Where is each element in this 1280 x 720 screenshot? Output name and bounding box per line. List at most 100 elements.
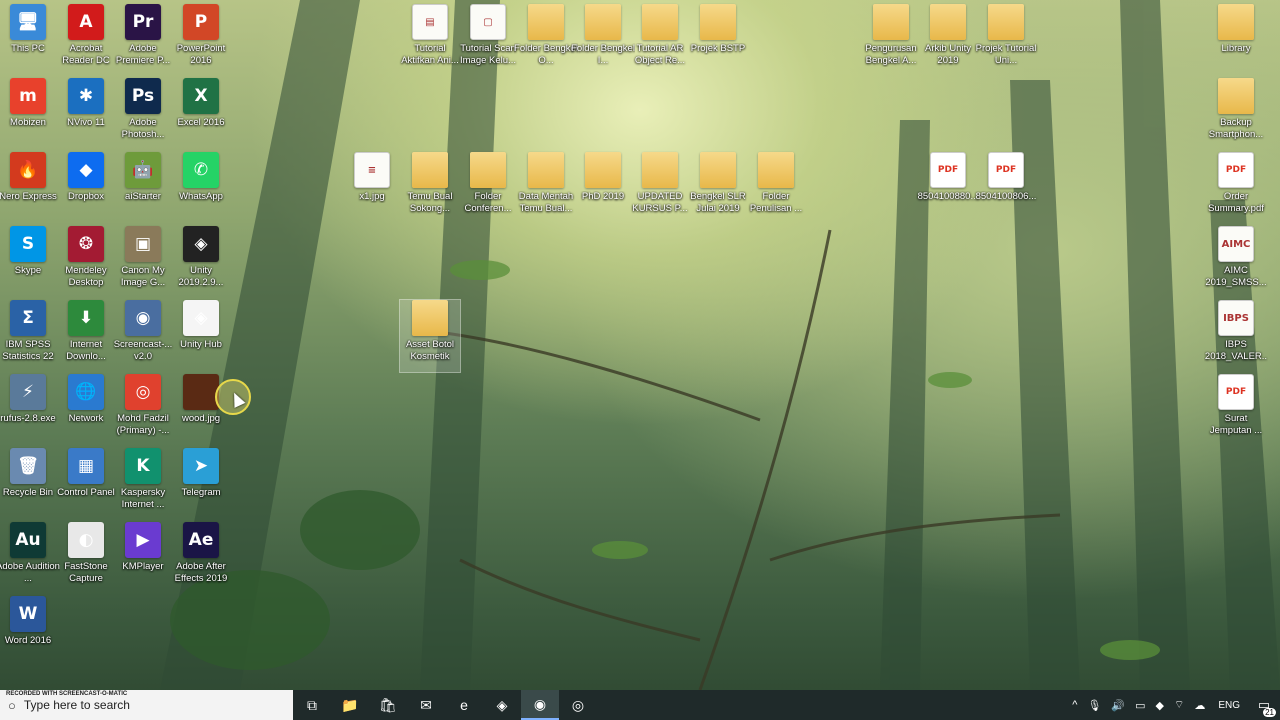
- desktop-icon-dropbox[interactable]: ◆ Dropbox: [56, 152, 116, 224]
- desktop-icon-nero-express[interactable]: 🔥 Nero Express: [0, 152, 58, 224]
- desktop-icon-pengurusan-bengkel-a[interactable]: Pengurusan Bengkel A...: [861, 4, 921, 76]
- folder-icon: [528, 152, 564, 188]
- desktop-icon-adobe-photosh[interactable]: Ps Adobe Photosh...: [113, 78, 173, 150]
- desktop-icon-tutorial-aktifkan-ani[interactable]: ▤ Tutorial Aktifkan Ani...: [400, 4, 460, 76]
- onedrive-icon[interactable]: ☁: [1189, 699, 1210, 712]
- desktop-icon-internet-downlo[interactable]: ⬇ Internet Downlo...: [56, 300, 116, 372]
- desktop-icon-excel-2016[interactable]: X Excel 2016: [171, 78, 231, 150]
- folder-icon: [930, 4, 966, 40]
- desktop-icon-bengkel-slr-julai-2019[interactable]: Bengkel SLR Julai 2019: [688, 152, 748, 224]
- desktop-icon-tutorial-ar-object-re[interactable]: Tutorial AR Object Re...: [630, 4, 690, 76]
- desktop-icon-ibps-2018-valer[interactable]: IBPS IBPS 2018_VALER...: [1205, 300, 1267, 372]
- desktop-icon-word-2016[interactable]: W Word 2016: [0, 596, 58, 668]
- desktop-icon-folder-penulisan[interactable]: Folder Penulisan ...: [746, 152, 806, 224]
- dropbox-tray-icon[interactable]: ◆: [1151, 699, 1169, 712]
- desktop-icon-label: rufus-2.8.exe: [0, 413, 56, 424]
- desktop-icon-asset-botol-kosmetik[interactable]: Asset Botol Kosmetik: [399, 299, 461, 373]
- desktop-icon-folder-bengkel-o[interactable]: Folder Bengkel O...: [514, 4, 578, 76]
- desktop-icon-network[interactable]: 🌐 Network: [56, 374, 116, 446]
- desktop-icon-telegram[interactable]: ➤ Telegram: [171, 448, 231, 520]
- desktop-icon-adobe-audition[interactable]: Au Adobe Audition ...: [0, 522, 60, 594]
- desktop-icon-folder-bengkel-i[interactable]: Folder Bengkel I...: [571, 4, 635, 76]
- desktop-icon-mendeley-desktop[interactable]: ❂ Mendeley Desktop: [56, 226, 116, 298]
- notification-center-button[interactable]: ▭ 21: [1248, 690, 1280, 720]
- desktop-icon-library[interactable]: Library: [1206, 4, 1266, 76]
- desktop-icon-ibm-spss-statistics-22[interactable]: Σ IBM SPSS Statistics 22: [0, 300, 58, 372]
- desktop-icon-label: Screencast-... v2.0: [113, 339, 173, 362]
- desktop-icon-surat-jemputan[interactable]: PDF Surat Jemputan ...: [1206, 374, 1266, 446]
- doc-icon: ▢: [470, 4, 506, 40]
- telegram-icon: ➤: [183, 448, 219, 484]
- network-icon: 🌐: [68, 374, 104, 410]
- search-placeholder: Type here to search: [23, 698, 130, 712]
- desktop-icon-skype[interactable]: S Skype: [0, 226, 58, 298]
- desktop-icon-adobe-after-effects-2019[interactable]: Ae Adobe After Effects 2019: [171, 522, 231, 594]
- desktop-icon-x1-jpg[interactable]: ≡ x1.jpg: [342, 152, 402, 224]
- desktop-icon-acrobat-reader-dc[interactable]: A Acrobat Reader DC: [56, 4, 116, 76]
- desktop-icon-label: KMPlayer: [122, 561, 164, 572]
- volume-icon[interactable]: 🔊: [1106, 699, 1130, 712]
- microphone-icon[interactable]: 🎙: [1082, 699, 1106, 712]
- skype-icon: S: [10, 226, 46, 262]
- desktop-icon-kmplayer[interactable]: ▶ KMPlayer: [113, 522, 173, 594]
- nero-icon: 🔥: [10, 152, 46, 188]
- wifi-icon[interactable]: ⌔: [1169, 698, 1189, 712]
- desktop-icon-unity-2019-2-9[interactable]: ◈ Unity 2019.2.9...: [171, 226, 231, 298]
- desktop-icon-order-summary-pdf[interactable]: PDF Order Summary.pdf: [1206, 152, 1266, 224]
- taskbar-search-box[interactable]: RECORDED WITH SCREENCAST-O-MATIC ○ Type …: [0, 690, 293, 720]
- desktop-icon-8504100806[interactable]: PDF 8504100806...: [976, 152, 1036, 224]
- desktop-icon-label: Adobe Photosh...: [121, 117, 165, 140]
- edge-icon[interactable]: e: [445, 690, 483, 720]
- desktop-icon-projek-bstp[interactable]: Projek BSTP: [688, 4, 748, 76]
- desktop-icon-mobizen[interactable]: m Mobizen: [0, 78, 58, 150]
- pdf-icon: PDF: [1218, 152, 1254, 188]
- desktop-icon-rufus-2-8-exe[interactable]: ⚡ rufus-2.8.exe: [0, 374, 58, 446]
- tray-icons: ^ 🎙 🔊 ▭ ◆ ⌔ ☁: [1067, 698, 1210, 712]
- display-icon[interactable]: ▭: [1130, 699, 1150, 712]
- store-icon[interactable]: 🛍: [369, 690, 407, 720]
- desktop-icon-aimc-2019-smss[interactable]: AIMC AIMC 2019_SMSS...: [1205, 226, 1267, 298]
- mail-icon[interactable]: ✉: [407, 690, 445, 720]
- doc-icon: AIMC: [1218, 226, 1254, 262]
- desktop-icon-unity-hub[interactable]: ◈ Unity Hub: [171, 300, 231, 372]
- desktop-icon-aistarter[interactable]: 🤖 aiStarter: [113, 152, 173, 224]
- desktop-icon-updated-kursus-p[interactable]: UPDATED KURSUS P...: [630, 152, 690, 224]
- desktop-icon-faststone-capture[interactable]: ◐ FastStone Capture: [56, 522, 116, 594]
- canon-icon: ▣: [125, 226, 161, 262]
- desktop-icon-nvivo-11[interactable]: ✱ NVivo 11: [56, 78, 116, 150]
- chevron-up-icon[interactable]: ^: [1067, 699, 1082, 711]
- desktop-icon-screencast-v2-0[interactable]: ◉ Screencast-... v2.0: [113, 300, 173, 372]
- file-explorer-icon[interactable]: 📁: [331, 690, 369, 720]
- desktop-icon-phd-2019[interactable]: PhD 2019: [573, 152, 633, 224]
- screencast-taskbar-icon[interactable]: ◉: [521, 690, 559, 720]
- desktop-icon-control-panel[interactable]: ▦ Control Panel: [56, 448, 116, 520]
- desktop-icon-projek-tutorial-uni[interactable]: Projek Tutorial Uni...: [976, 4, 1036, 76]
- desktop-icon-whatsapp[interactable]: ✆ WhatsApp: [171, 152, 231, 224]
- desktop-icon-label: Data Mentah Temu Bual...: [518, 191, 574, 214]
- desktop-icon-adobe-premiere-p[interactable]: Pr Adobe Premiere P...: [113, 4, 173, 76]
- desktop-icon-kaspersky-internet[interactable]: K Kaspersky Internet ...: [113, 448, 173, 520]
- desktop-icon-8504100880[interactable]: PDF 8504100880...: [918, 152, 978, 224]
- desktop-icon-tutorial-scan-image-kelu[interactable]: ▢ Tutorial Scan Image Kelu...: [458, 4, 518, 76]
- desktop-icon-label: Adobe After Effects 2019: [174, 561, 228, 584]
- desktop-icon-label: Telegram: [181, 487, 221, 498]
- desktop-icon-data-mentah-temu-bual[interactable]: Data Mentah Temu Bual...: [516, 152, 576, 224]
- desktop-icon-backup-smartphon[interactable]: Backup Smartphon...: [1206, 78, 1266, 150]
- desktop-icon-folder-conferen[interactable]: Folder Conferen...: [458, 152, 518, 224]
- desktop-icon-temu-bual-sokong[interactable]: Temu Bual Sokong...: [400, 152, 460, 224]
- chrome-taskbar-icon[interactable]: ◎: [559, 690, 597, 720]
- desktop-icon-label: Skype: [14, 265, 42, 276]
- unity-taskbar-icon[interactable]: ◈: [483, 690, 521, 720]
- desktop-icon-powerpoint-2016[interactable]: P PowerPoint 2016: [171, 4, 231, 76]
- language-indicator[interactable]: ENG: [1210, 700, 1248, 711]
- desktop-icon-canon-my-image-g[interactable]: ▣ Canon My Image G...: [113, 226, 173, 298]
- desktop-icon-label: Unity 2019.2.9...: [178, 265, 224, 288]
- screencast-icon: ◉: [125, 300, 161, 336]
- task-view-icon[interactable]: ⧉: [293, 690, 331, 720]
- desktop-icon-arkib-unity-2019[interactable]: Arkib Unity 2019: [918, 4, 978, 76]
- desktop-icon-recycle-bin[interactable]: 🗑 Recycle Bin: [0, 448, 58, 520]
- desktop-icon-this-pc[interactable]: 🖥 This PC: [0, 4, 58, 76]
- folder-icon: [642, 152, 678, 188]
- desktop-icon-label: Nero Express: [0, 191, 57, 202]
- desktop-icon-mohd-fadzil-primary[interactable]: ◎ Mohd Fadzil (Primary) -...: [113, 374, 173, 446]
